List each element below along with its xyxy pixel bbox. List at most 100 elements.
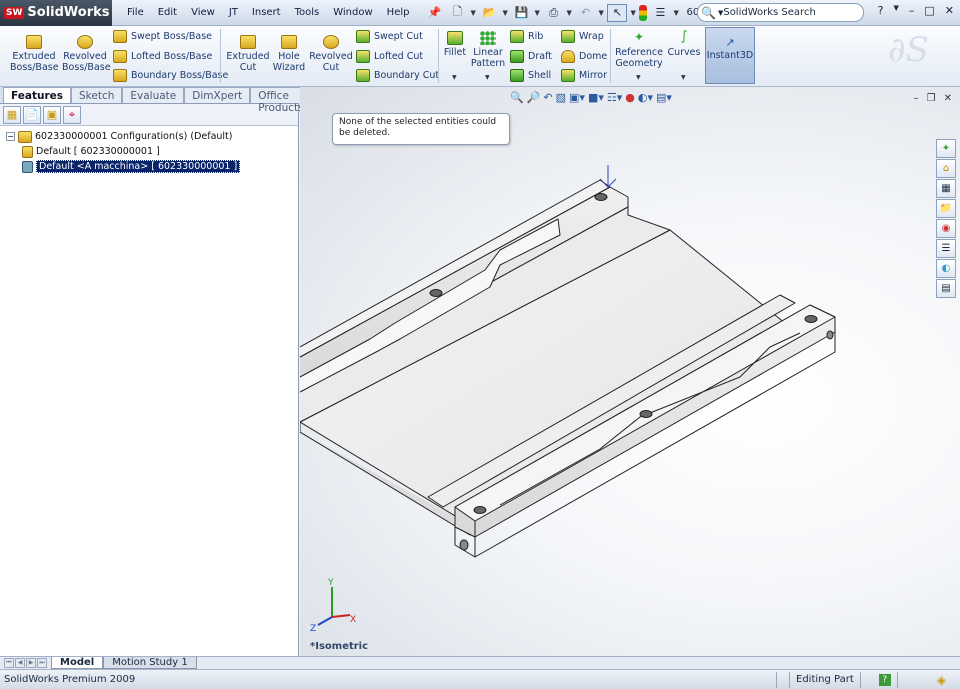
search-input[interactable]: 🔍 ▼ SolidWorks Search: [697, 3, 864, 22]
bottom-tabs-bar: ⏮ ◀ ▶ ⏭ Model Motion Study 1: [0, 656, 960, 669]
mirror-icon: [561, 69, 575, 82]
lofted-boss-icon: [113, 50, 127, 63]
extruded-boss-button[interactable]: Extruded Boss/Base: [10, 35, 59, 73]
chevron-down-icon[interactable]: ▼: [673, 9, 679, 17]
menu-jt[interactable]: JT: [222, 7, 245, 18]
close-icon[interactable]: ✕: [945, 4, 954, 17]
boundary-boss-button[interactable]: Boundary Boss/Base: [113, 69, 228, 82]
dome-button[interactable]: Dome: [561, 50, 607, 63]
shell-button[interactable]: Shell: [510, 69, 551, 82]
triad-z-label: Z: [310, 624, 316, 634]
tab-sketch[interactable]: Sketch: [71, 87, 123, 103]
chevron-down-icon[interactable]: ▼: [893, 4, 898, 17]
chevron-down-icon[interactable]: ▼: [470, 9, 476, 17]
wrap-button[interactable]: Wrap: [561, 30, 604, 43]
extruded-cut-button[interactable]: Extruded Cut: [226, 35, 270, 73]
hole-wizard-button[interactable]: Hole Wizard: [270, 35, 308, 73]
property-manager-icon[interactable]: 📄: [23, 105, 41, 124]
mirror-button[interactable]: Mirror: [561, 69, 607, 82]
tree-root[interactable]: − 602330000001 Configuration(s) (Default…: [0, 129, 298, 144]
view-name-label: *Isometric: [310, 641, 369, 652]
quick-tips-icon[interactable]: ?: [878, 673, 891, 686]
swept-cut-icon: [356, 30, 370, 43]
boundary-cut-button[interactable]: Boundary Cut: [356, 69, 439, 82]
instant3d-button[interactable]: ↗ Instant3D: [705, 27, 755, 84]
maximize-icon[interactable]: □: [924, 4, 934, 17]
swept-boss-icon: [113, 30, 127, 43]
lofted-cut-button[interactable]: Lofted Cut: [356, 50, 423, 63]
swept-cut-button[interactable]: Swept Cut: [356, 30, 423, 43]
tree-item-label: Default <A macchina> [ 602330000001 ]: [36, 160, 241, 173]
configuration-manager-icon[interactable]: ▣: [43, 105, 61, 124]
tab-model[interactable]: Model: [51, 657, 104, 669]
app-logo[interactable]: SW SolidWorks: [0, 0, 112, 26]
triad-x-label: X: [350, 615, 356, 625]
chevron-down-icon[interactable]: ▼: [598, 9, 604, 17]
first-tab-icon[interactable]: ⏮: [4, 658, 14, 668]
reference-geometry-button[interactable]: ✦ Reference Geometry: [614, 31, 664, 69]
help-icon[interactable]: ?: [878, 4, 884, 17]
chevron-down-icon[interactable]: ▼: [630, 9, 636, 17]
select-pointer-icon[interactable]: ↖: [607, 3, 628, 22]
swept-boss-button[interactable]: Swept Boss/Base: [113, 30, 212, 43]
chevron-down-icon[interactable]: ▼: [636, 74, 641, 81]
revolved-cut-button[interactable]: Revolved Cut: [308, 35, 354, 73]
ribbon-divider: [610, 29, 611, 83]
tree-item-label: Default [ 602330000001 ]: [36, 146, 160, 157]
menu-edit[interactable]: Edit: [151, 7, 184, 18]
print-icon[interactable]: ⎙: [543, 4, 563, 22]
status-text: SolidWorks Premium 2009: [4, 674, 136, 685]
draft-button[interactable]: Draft: [510, 50, 552, 63]
chevron-down-icon[interactable]: ▼: [452, 74, 457, 81]
chevron-down-icon[interactable]: ▼: [534, 9, 540, 17]
menu-insert[interactable]: Insert: [245, 7, 288, 18]
next-tab-icon[interactable]: ▶: [26, 658, 36, 668]
lofted-boss-button[interactable]: Lofted Boss/Base: [113, 50, 212, 63]
new-document-icon[interactable]: 🗋: [447, 4, 467, 22]
graphics-area[interactable]: ⋮ None of the selected entities could be…: [300, 87, 960, 656]
chevron-down-icon[interactable]: ▼: [681, 74, 686, 81]
menu-window[interactable]: Window: [326, 7, 379, 18]
previous-tab-icon[interactable]: ◀: [15, 658, 25, 668]
fillet-button[interactable]: Fillet: [441, 31, 469, 58]
collapse-icon[interactable]: −: [6, 132, 15, 141]
tab-dimxpert[interactable]: DimXpert: [184, 87, 251, 103]
editing-mode: Editing Part: [789, 671, 860, 688]
tab-features[interactable]: Features: [3, 87, 71, 103]
menu-view[interactable]: View: [184, 7, 222, 18]
dimxpert-manager-icon[interactable]: ⌖: [63, 105, 81, 124]
status-bar: SolidWorks Premium 2009 Editing Part ? ◈: [0, 669, 960, 689]
rib-button[interactable]: Rib: [510, 30, 543, 43]
menu-help[interactable]: Help: [380, 7, 417, 18]
options-icon[interactable]: ☰: [650, 4, 670, 22]
tree-item[interactable]: Default [ 602330000001 ]: [0, 144, 298, 159]
chevron-down-icon[interactable]: ▼: [502, 9, 508, 17]
rebuild-tag-icon[interactable]: ◈: [937, 673, 946, 687]
part-model[interactable]: Y X Z: [300, 87, 960, 656]
open-folder-icon[interactable]: 📂: [479, 4, 499, 22]
linear-pattern-button[interactable]: Linear Pattern: [470, 31, 506, 69]
minimize-icon[interactable]: –: [909, 4, 915, 17]
extruded-cut-icon: [240, 35, 256, 49]
pin-icon[interactable]: 📌: [424, 4, 444, 22]
curves-button[interactable]: ∫ Curves: [666, 30, 702, 58]
configuration-item-icon: [22, 145, 33, 158]
chevron-down-icon[interactable]: ▼: [485, 74, 490, 81]
last-tab-icon[interactable]: ⏭: [37, 658, 47, 668]
undo-icon[interactable]: ↶: [575, 4, 595, 22]
tree-item-selected[interactable]: Default <A macchina> [ 602330000001 ]: [0, 159, 298, 174]
rebuild-traffic-light-icon[interactable]: [639, 4, 648, 21]
tab-motion-study-1[interactable]: Motion Study 1: [103, 657, 197, 669]
boundary-boss-icon: [113, 69, 127, 82]
revolved-boss-button[interactable]: Revolved Boss/Base: [62, 35, 111, 73]
lofted-cut-icon: [356, 50, 370, 63]
window-controls: ? ▼ – □ ✕: [878, 4, 954, 17]
save-icon[interactable]: 💾: [511, 4, 531, 22]
tab-evaluate[interactable]: Evaluate: [122, 87, 185, 103]
chevron-down-icon[interactable]: ▼: [566, 9, 572, 17]
revolved-cut-icon: [323, 35, 339, 49]
menu-file[interactable]: File: [120, 7, 151, 18]
feature-manager-icon[interactable]: ▦: [3, 105, 21, 124]
dome-icon: [561, 50, 575, 63]
menu-tools[interactable]: Tools: [288, 7, 327, 18]
